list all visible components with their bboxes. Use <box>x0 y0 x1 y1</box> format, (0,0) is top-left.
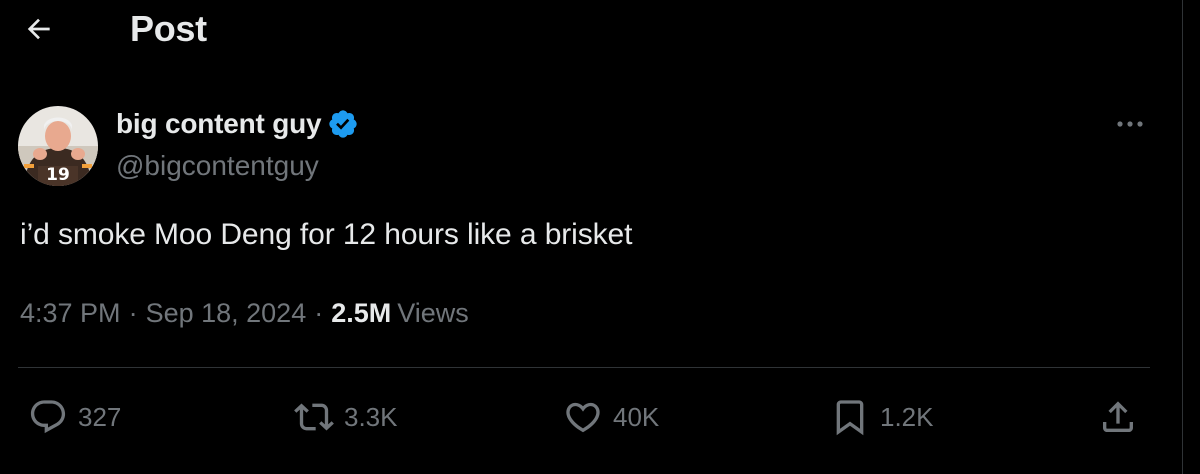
more-options-button[interactable] <box>1110 110 1150 140</box>
action-bar: 327 3.3K 40K 1.2K <box>0 390 1200 444</box>
like-count: 40K <box>613 401 660 432</box>
author-handle[interactable]: @bigcontentguy <box>116 150 319 182</box>
bookmark-count: 1.2K <box>880 401 934 432</box>
share-button[interactable] <box>1098 390 1138 444</box>
repost-count: 3.3K <box>344 401 398 432</box>
post-date[interactable]: Sep 18, 2024 <box>146 298 307 329</box>
views-label: Views <box>397 298 469 328</box>
post-text: i’d smoke Moo Deng for 12 hours like a b… <box>20 218 633 251</box>
reply-button[interactable]: 327 <box>28 390 121 444</box>
divider <box>18 367 1150 368</box>
post-meta: 4:37 PM · Sep 18, 2024 · 2.5M Views <box>20 298 469 329</box>
reply-icon <box>28 397 68 437</box>
author-name-row: big content guy <box>116 108 359 140</box>
back-button[interactable] <box>18 10 60 52</box>
post-time[interactable]: 4:37 PM <box>20 298 121 329</box>
verified-badge-icon[interactable] <box>327 108 359 140</box>
avatar[interactable]: 19 <box>18 106 98 186</box>
page-title: Post <box>130 8 207 49</box>
meta-separator: · <box>128 298 138 328</box>
bookmark-button[interactable]: 1.2K <box>830 390 934 444</box>
repost-button[interactable]: 3.3K <box>294 390 398 444</box>
author-display-name[interactable]: big content guy <box>116 108 322 140</box>
meta-separator: · <box>314 298 324 328</box>
arrow-left-icon <box>23 13 55 50</box>
heart-icon <box>563 397 603 437</box>
more-icon <box>1114 116 1146 134</box>
like-button[interactable]: 40K <box>563 390 659 444</box>
bookmark-icon <box>830 397 870 437</box>
views-count[interactable]: 2.5M <box>331 298 391 329</box>
share-icon <box>1098 397 1138 437</box>
svg-text:19: 19 <box>46 165 70 185</box>
repost-icon <box>294 397 334 437</box>
reply-count: 327 <box>78 401 122 432</box>
